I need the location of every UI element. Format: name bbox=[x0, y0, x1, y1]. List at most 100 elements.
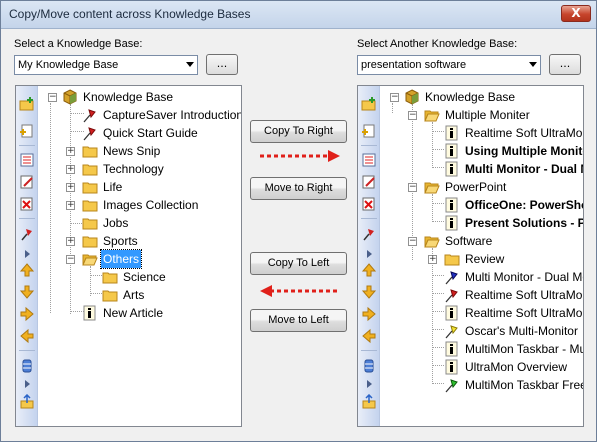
right-tree: − Knowledge Base − Multiple Moniter Real… bbox=[390, 89, 584, 393]
folder-icon bbox=[82, 218, 98, 230]
right-kb-select-value: presentation software bbox=[361, 59, 467, 71]
checklist-icon[interactable] bbox=[19, 152, 35, 168]
collapse-toggle[interactable]: − bbox=[48, 93, 57, 102]
close-button[interactable]: X bbox=[561, 5, 591, 22]
expand-toggle[interactable]: + bbox=[66, 147, 75, 156]
new-document-icon[interactable] bbox=[361, 123, 377, 139]
export-icon[interactable] bbox=[19, 394, 35, 410]
edit-document-icon[interactable] bbox=[361, 174, 377, 190]
database-icon[interactable] bbox=[19, 358, 35, 374]
delete-icon[interactable] bbox=[19, 196, 35, 212]
right-kb-label: Select Another Knowledge Base: bbox=[357, 38, 518, 50]
move-up-icon[interactable] bbox=[19, 262, 35, 278]
copy-to-right-button[interactable]: Copy To Right bbox=[250, 120, 347, 143]
new-folder-icon[interactable] bbox=[19, 96, 35, 112]
copy-to-left-button[interactable]: Copy To Left bbox=[250, 252, 347, 275]
red-pushpin-icon bbox=[83, 109, 96, 123]
move-up-icon[interactable] bbox=[361, 262, 377, 278]
yellow-pushpin-icon bbox=[445, 325, 458, 339]
info-document-icon bbox=[445, 143, 458, 159]
red-pushpin-icon bbox=[83, 127, 96, 141]
collapse-toggle[interactable]: − bbox=[66, 255, 75, 264]
move-left-icon[interactable] bbox=[361, 328, 377, 344]
folder-icon bbox=[102, 272, 118, 284]
folder-open-icon bbox=[424, 236, 440, 248]
pushpin-icon[interactable] bbox=[19, 226, 35, 242]
move-down-icon[interactable] bbox=[19, 284, 35, 300]
right-kb-select[interactable]: presentation software bbox=[357, 55, 541, 75]
collapse-toggle[interactable]: − bbox=[408, 237, 417, 246]
left-kb-label: Select a Knowledge Base: bbox=[14, 38, 143, 50]
blue-pushpin-icon bbox=[445, 271, 458, 285]
move-left-icon[interactable] bbox=[19, 328, 35, 344]
green-pushpin-icon bbox=[445, 379, 458, 393]
expand-toggle[interactable]: + bbox=[66, 237, 75, 246]
new-document-icon[interactable] bbox=[19, 123, 35, 139]
toolbar-divider bbox=[19, 350, 35, 351]
info-document-icon bbox=[445, 161, 458, 177]
folder-open-icon bbox=[424, 182, 440, 194]
move-to-right-button[interactable]: Move to Right bbox=[250, 177, 347, 200]
collapse-toggle[interactable]: − bbox=[408, 183, 417, 192]
collapse-toggle[interactable]: − bbox=[408, 111, 417, 120]
checklist-icon[interactable] bbox=[361, 152, 377, 168]
folder-icon bbox=[102, 290, 118, 302]
delete-icon[interactable] bbox=[361, 196, 377, 212]
info-document-icon bbox=[445, 215, 458, 231]
expand-arrow-icon[interactable] bbox=[361, 376, 377, 392]
edit-document-icon[interactable] bbox=[19, 174, 35, 190]
move-right-icon[interactable] bbox=[361, 306, 377, 322]
database-icon[interactable] bbox=[361, 358, 377, 374]
expand-toggle[interactable]: + bbox=[428, 255, 437, 264]
info-document-icon bbox=[83, 305, 96, 321]
folder-icon bbox=[82, 146, 98, 158]
collapse-toggle[interactable]: − bbox=[390, 93, 399, 102]
info-document-icon bbox=[445, 305, 458, 321]
left-toolbar bbox=[16, 86, 38, 426]
window-title: Copy/Move content across Knowledge Bases bbox=[9, 7, 251, 21]
toolbar-divider bbox=[19, 145, 35, 146]
info-document-icon bbox=[445, 125, 458, 141]
pushpin-icon[interactable] bbox=[361, 226, 377, 242]
copy-move-dialog: Copy/Move content across Knowledge Bases… bbox=[0, 0, 597, 442]
title-bar[interactable]: Copy/Move content across Knowledge Bases… bbox=[1, 1, 596, 29]
right-browse-button[interactable]: ... bbox=[549, 54, 581, 75]
knowledge-base-icon bbox=[405, 89, 419, 105]
folder-icon bbox=[82, 182, 98, 194]
expand-toggle[interactable]: + bbox=[66, 201, 75, 210]
folder-open-icon bbox=[82, 254, 98, 266]
left-kb-select[interactable]: My Knowledge Base bbox=[14, 55, 198, 75]
info-document-icon bbox=[445, 341, 458, 357]
left-tree-panel: − Knowledge Base CaptureSaver Introducti… bbox=[15, 85, 242, 427]
move-to-left-button[interactable]: Move to Left bbox=[250, 309, 347, 332]
red-pushpin-icon bbox=[445, 289, 458, 303]
toolbar-divider bbox=[361, 218, 377, 219]
left-browse-button[interactable]: ... bbox=[206, 54, 238, 75]
right-tree-panel: − Knowledge Base − Multiple Moniter Real… bbox=[357, 85, 584, 427]
toolbar-divider bbox=[361, 145, 377, 146]
expand-toggle[interactable]: + bbox=[66, 183, 75, 192]
arrow-left-icon bbox=[260, 285, 340, 297]
expand-arrow-icon[interactable] bbox=[361, 246, 377, 262]
toolbar-divider bbox=[361, 350, 377, 351]
folder-icon bbox=[444, 254, 460, 266]
right-toolbar bbox=[358, 86, 380, 426]
info-document-icon bbox=[445, 359, 458, 375]
new-folder-icon[interactable] bbox=[361, 96, 377, 112]
folder-icon bbox=[82, 200, 98, 212]
folder-open-icon bbox=[424, 110, 440, 122]
expand-arrow-icon[interactable] bbox=[19, 246, 35, 262]
knowledge-base-icon bbox=[63, 89, 77, 105]
info-document-icon bbox=[445, 197, 458, 213]
expand-toggle[interactable]: + bbox=[66, 165, 75, 174]
left-tree: − Knowledge Base CaptureSaver Introducti… bbox=[48, 89, 242, 321]
folder-icon bbox=[82, 164, 98, 176]
expand-arrow-icon[interactable] bbox=[19, 376, 35, 392]
arrow-right-icon bbox=[260, 150, 340, 162]
chevron-down-icon bbox=[529, 62, 537, 67]
chevron-down-icon bbox=[186, 62, 194, 67]
left-kb-select-value: My Knowledge Base bbox=[18, 59, 119, 71]
move-down-icon[interactable] bbox=[361, 284, 377, 300]
export-icon[interactable] bbox=[361, 394, 377, 410]
move-right-icon[interactable] bbox=[19, 306, 35, 322]
